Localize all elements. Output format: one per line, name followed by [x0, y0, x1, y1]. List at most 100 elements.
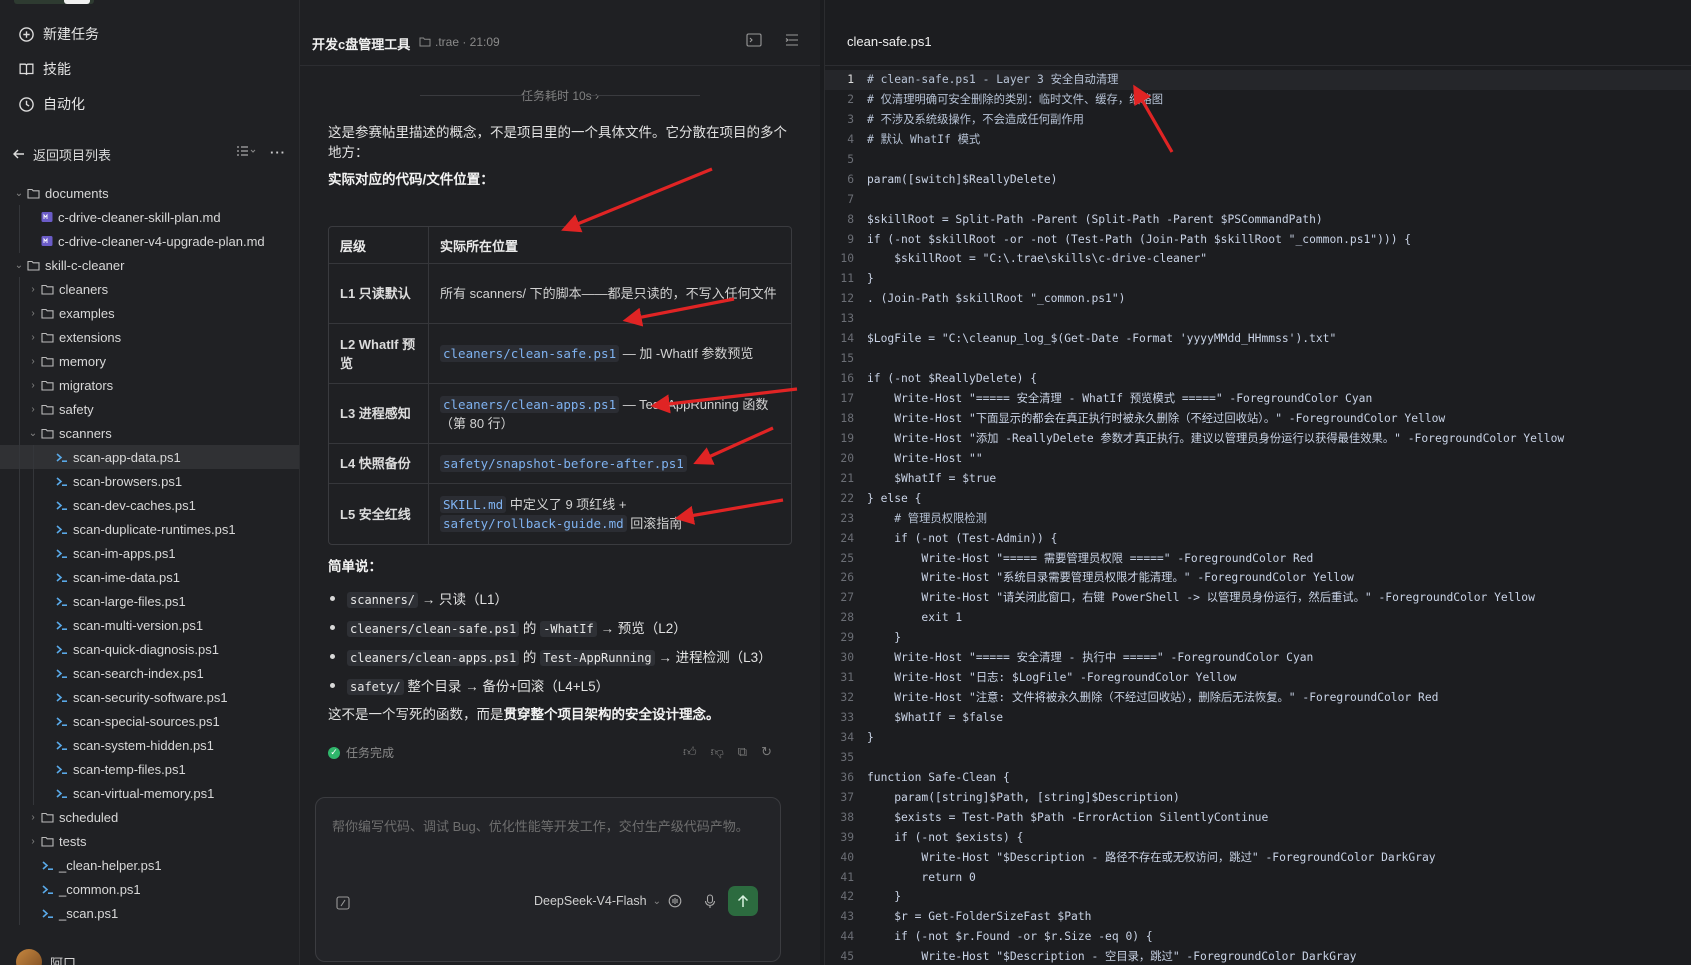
more-options-icon[interactable]: ··· — [270, 145, 286, 160]
chat-input-placeholder[interactable]: 帮你编写代码、调试 Bug、优化性能等开发工作，交付生产级代码产物。 — [332, 816, 749, 835]
voice-mode-icon[interactable] — [668, 894, 682, 911]
code-line[interactable]: 36 function Safe-Clean { — [825, 768, 1691, 788]
code-line[interactable]: 43 $r = Get-FolderSizeFast $Path — [825, 907, 1691, 927]
user-profile[interactable]: 阿口 — [16, 949, 76, 965]
code-line[interactable]: 3 # 不涉及系统级操作，不会造成任何副作用 — [825, 110, 1691, 130]
nav-new-task[interactable]: 新建任务 — [18, 23, 99, 45]
code-link[interactable]: cleaners/clean-apps.ps1 — [440, 395, 620, 413]
code-area[interactable]: 1 # clean-safe.ps1 - Layer 3 安全自动清理 2 # 仅清理… — [825, 70, 1691, 965]
code-line[interactable]: 14 $LogFile = "C:\cleanup_log_$(Get-Date … — [825, 329, 1691, 349]
tree-file[interactable]: _scan.ps1 — [0, 901, 299, 925]
editor-tab-filename[interactable]: clean-safe.ps1 — [847, 34, 932, 49]
code-line[interactable]: 13 — [825, 309, 1691, 329]
slash-command-icon[interactable] — [336, 896, 350, 913]
tree-file[interactable]: c-drive-cleaner-v4-upgrade-plan.md — [0, 229, 299, 253]
code-line[interactable]: 32 Write-Host "注意: 文件将被永久删除（不经过回收站），删除后无… — [825, 688, 1691, 708]
code-line[interactable]: 28 exit 1 — [825, 608, 1691, 628]
tree-file[interactable]: scan-dev-caches.ps1 — [0, 493, 299, 517]
code-line[interactable]: 6 param([switch]$ReallyDelete) — [825, 170, 1691, 190]
model-selector[interactable]: DeepSeek-V4-Flash ⌄ — [534, 894, 661, 908]
tree-folder[interactable]: ⌄ skill-c-cleaner — [0, 253, 299, 277]
tree-file[interactable]: scan-virtual-memory.ps1 — [0, 781, 299, 805]
code-line[interactable]: 23 # 管理员权限检测 — [825, 509, 1691, 529]
nav-automation[interactable]: 自动化 — [18, 93, 85, 115]
code-link[interactable]: SKILL.md — [440, 496, 507, 513]
send-button[interactable] — [728, 886, 758, 916]
chat-input-box[interactable]: 帮你编写代码、调试 Bug、优化性能等开发工作，交付生产级代码产物。 DeepS… — [315, 797, 781, 962]
code-line[interactable]: 21 $WhatIf = $true — [825, 469, 1691, 489]
terminal-icon[interactable] — [746, 33, 762, 50]
code-line[interactable]: 25 Write-Host "===== 需要管理员权限 =====" -For… — [825, 549, 1691, 569]
code-line[interactable]: 20 Write-Host "" — [825, 449, 1691, 469]
code-line[interactable]: 40 Write-Host "$Description - 路径不存在或无权访问… — [825, 848, 1691, 868]
tree-file[interactable]: scan-search-index.ps1 — [0, 661, 299, 685]
code-line[interactable]: 2 # 仅清理明确可安全删除的类别：临时文件、缓存，缩略图 — [825, 90, 1691, 110]
code-line[interactable]: 34} — [825, 728, 1691, 748]
tree-file[interactable]: scan-multi-version.ps1 — [0, 613, 299, 637]
nav-skills[interactable]: 技能 — [18, 58, 71, 80]
tree-folder[interactable]: › migrators — [0, 373, 299, 397]
list-view-icon[interactable] — [236, 145, 256, 160]
code-line[interactable]: 27 Write-Host "请关闭此窗口，右键 PowerShell -> 以… — [825, 588, 1691, 608]
code-line[interactable]: 41 return 0 — [825, 868, 1691, 888]
code-line[interactable]: 18 Write-Host "下面显示的都会在真正执行时被永久删除（不经过回收站… — [825, 409, 1691, 429]
code-line[interactable]: 33 $WhatIf = $false — [825, 708, 1691, 728]
tree-file[interactable]: scan-temp-files.ps1 — [0, 757, 299, 781]
code-line[interactable]: 10 $skillRoot = "C:\.trae\skills\c-drive… — [825, 249, 1691, 269]
code-line[interactable]: 35 — [825, 748, 1691, 768]
tree-folder[interactable]: › safety — [0, 397, 299, 421]
code-line[interactable]: 9 if (-not $skillRoot -or -not (Test-Path… — [825, 230, 1691, 250]
tree-file[interactable]: scan-im-apps.ps1 — [0, 541, 299, 565]
code-line[interactable]: 7 — [825, 190, 1691, 210]
code-line[interactable]: 38 $exists = Test-Path $Path -ErrorActio… — [825, 808, 1691, 828]
code-line[interactable]: 1 # clean-safe.ps1 - Layer 3 安全自动清理 — [825, 70, 1691, 90]
code-line[interactable]: 19 Write-Host "添加 -ReallyDelete 参数才真正执行。… — [825, 429, 1691, 449]
task-duration[interactable]: 任务耗时 10s › — [300, 87, 820, 104]
tree-file[interactable]: scan-app-data.ps1 — [0, 445, 299, 469]
tree-folder[interactable]: ⌄ documents — [0, 181, 299, 205]
tree-file[interactable]: scan-quick-diagnosis.ps1 — [0, 637, 299, 661]
code-line[interactable]: 5 — [825, 150, 1691, 170]
code-line[interactable]: 17 Write-Host "===== 安全清理 - WhatIf 预览模式 … — [825, 389, 1691, 409]
tree-file[interactable]: scan-system-hidden.ps1 — [0, 733, 299, 757]
tree-file[interactable]: scan-security-software.ps1 — [0, 685, 299, 709]
code-line[interactable]: 24 if (-not (Test-Admin)) { — [825, 529, 1691, 549]
code-link[interactable]: safety/snapshot-before-after.ps1 — [440, 455, 687, 472]
code-link[interactable]: safety/rollback-guide.md — [440, 515, 627, 532]
code-link[interactable]: cleaners/clean-safe.ps1 — [440, 345, 620, 362]
tree-file[interactable]: scan-ime-data.ps1 — [0, 565, 299, 589]
tree-folder[interactable]: › examples — [0, 301, 299, 325]
tree-folder[interactable]: › cleaners — [0, 277, 299, 301]
copy-icon[interactable]: ⧉ — [738, 744, 747, 760]
code-line[interactable]: 44 if (-not $r.Found -or $r.Size -eq 0) … — [825, 927, 1691, 947]
code-line[interactable]: 26 Write-Host "系统目录需要管理员权限才能清理。" -Foregr… — [825, 568, 1691, 588]
tree-folder[interactable]: ⌄ scanners — [0, 421, 299, 445]
code-line[interactable]: 12 . (Join-Path $skillRoot "_common.ps1") — [825, 289, 1691, 309]
tree-folder[interactable]: › scheduled — [0, 805, 299, 829]
tree-file[interactable]: scan-browsers.ps1 — [0, 469, 299, 493]
code-line[interactable]: 30 Write-Host "===== 安全清理 - 执行中 =====" -… — [825, 648, 1691, 668]
tree-file[interactable]: c-drive-cleaner-skill-plan.md — [0, 205, 299, 229]
code-line[interactable]: 16 if (-not $ReallyDelete) { — [825, 369, 1691, 389]
retry-icon[interactable]: ↻ — [761, 744, 772, 760]
microphone-icon[interactable] — [704, 894, 716, 912]
code-line[interactable]: 42 } — [825, 887, 1691, 907]
back-to-projects-button[interactable]: 返回项目列表 — [12, 145, 111, 164]
tree-file[interactable]: _common.ps1 — [0, 877, 299, 901]
code-line[interactable]: 39 if (-not $exists) { — [825, 828, 1691, 848]
tree-folder[interactable]: › extensions — [0, 325, 299, 349]
top-tab-indicator[interactable] — [14, 0, 94, 4]
code-line[interactable]: 15 — [825, 349, 1691, 369]
code-line[interactable]: 31 Write-Host "日志: $LogFile" -Foreground… — [825, 668, 1691, 688]
code-line[interactable]: 29 } — [825, 628, 1691, 648]
tree-file[interactable]: scan-special-sources.ps1 — [0, 709, 299, 733]
code-line[interactable]: 11} — [825, 269, 1691, 289]
code-line[interactable]: 45 Write-Host "$Description - 空目录，跳过" -F… — [825, 947, 1691, 965]
tree-folder[interactable]: › tests — [0, 829, 299, 853]
tree-file[interactable]: scan-large-files.ps1 — [0, 589, 299, 613]
code-line[interactable]: 4 # 默认 WhatIf 模式 — [825, 130, 1691, 150]
outline-icon[interactable] — [784, 33, 800, 50]
tree-file[interactable]: _clean-helper.ps1 — [0, 853, 299, 877]
code-line[interactable]: 22} else { — [825, 489, 1691, 509]
tree-folder[interactable]: › memory — [0, 349, 299, 373]
